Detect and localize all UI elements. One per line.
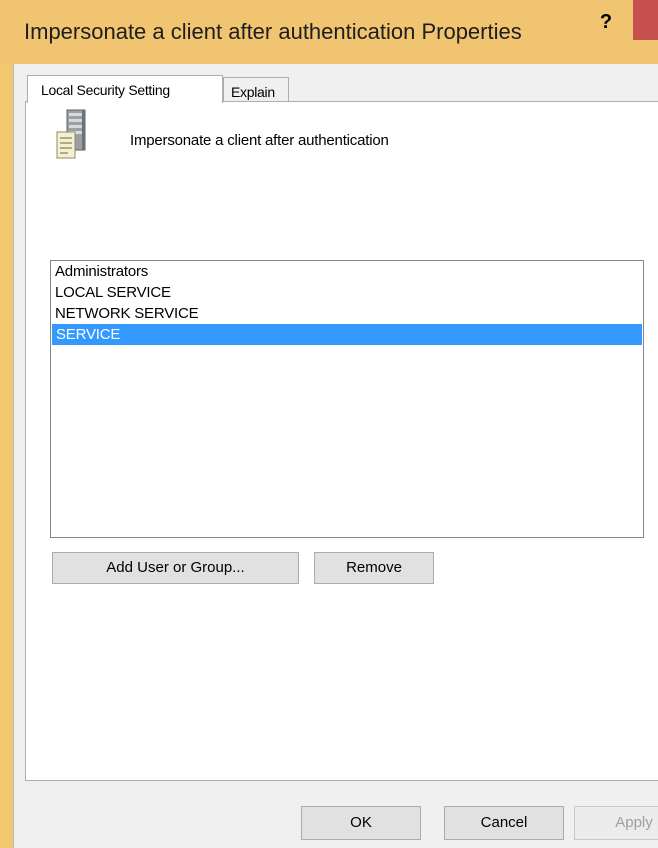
ok-button[interactable]: OK — [301, 806, 421, 840]
accounts-listbox[interactable]: Administrators LOCAL SERVICE NETWORK SER… — [50, 260, 644, 538]
dialog-body: Local Security Setting Explain Impersona… — [13, 64, 658, 848]
list-item[interactable]: NETWORK SERVICE — [51, 303, 643, 324]
tab-panel: Impersonate a client after authenticatio… — [25, 101, 658, 781]
tab-explain[interactable]: Explain — [223, 77, 289, 102]
server-icon — [56, 109, 86, 159]
add-user-or-group-button[interactable]: Add User or Group... — [52, 552, 299, 584]
policy-name: Impersonate a client after authenticatio… — [130, 132, 389, 149]
tab-local-security-setting[interactable]: Local Security Setting — [27, 75, 223, 103]
properties-dialog: Impersonate a client after authenticatio… — [0, 0, 658, 848]
cancel-button[interactable]: Cancel — [444, 806, 564, 840]
apply-button[interactable]: Apply — [574, 806, 658, 840]
title-bar[interactable]: Impersonate a client after authenticatio… — [0, 0, 658, 64]
list-item[interactable]: Administrators — [51, 261, 643, 282]
window-title: Impersonate a client after authenticatio… — [24, 19, 522, 44]
help-button[interactable]: ? — [591, 6, 621, 38]
close-button[interactable] — [633, 0, 658, 40]
list-item-selected[interactable]: SERVICE — [52, 324, 642, 345]
remove-button[interactable]: Remove — [314, 552, 434, 584]
list-item[interactable]: LOCAL SERVICE — [51, 282, 643, 303]
